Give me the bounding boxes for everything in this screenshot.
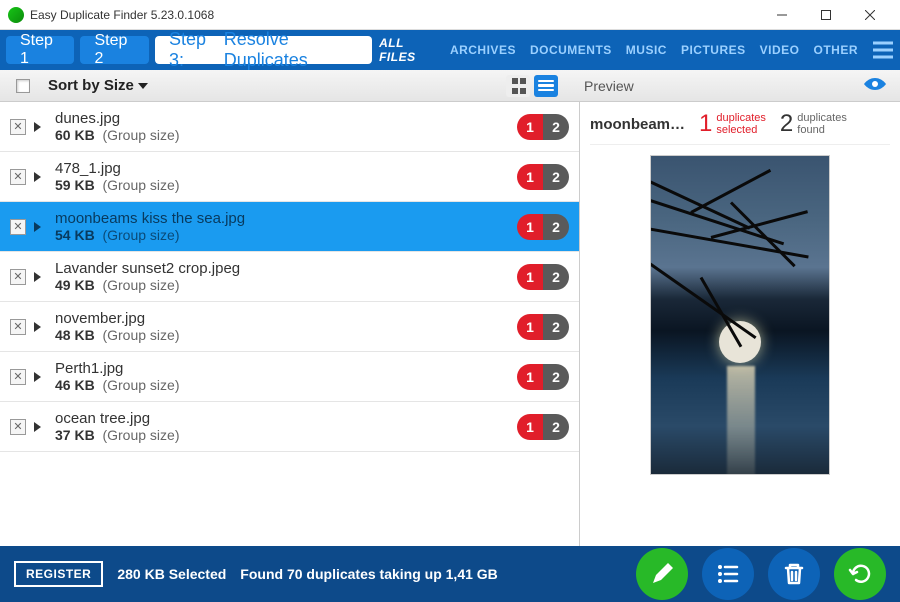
found-summary-label: Found 70 duplicates taking up 1,41 GB <box>240 566 498 582</box>
file-size: 59 KB (Group size) <box>55 177 509 193</box>
grid-view-button[interactable] <box>506 75 530 97</box>
file-row[interactable]: ✕ dunes.jpg60 KB (Group size) 12 <box>0 102 579 152</box>
file-size: 48 KB (Group size) <box>55 327 509 343</box>
file-name: moonbeams kiss the sea.jpg <box>55 210 509 227</box>
selected-size-label: 280 KB Selected <box>117 566 226 582</box>
close-button[interactable] <box>848 0 892 30</box>
tab-step-2[interactable]: Step 2 <box>80 36 148 64</box>
file-row[interactable]: ✕ Perth1.jpg46 KB (Group size) 12 <box>0 352 579 402</box>
footer: REGISTER 280 KB Selected Found 70 duplic… <box>0 546 900 602</box>
duplicates-selected-stat: 1 duplicatesselected <box>699 110 766 138</box>
undo-fab-button[interactable] <box>834 548 886 600</box>
remove-icon[interactable]: ✕ <box>10 319 26 335</box>
remove-icon[interactable]: ✕ <box>10 269 26 285</box>
file-name: dunes.jpg <box>55 110 509 127</box>
preview-toggle-button[interactable] <box>862 76 888 95</box>
app-logo-icon <box>8 7 24 23</box>
filter-all-files[interactable]: ALL FILES <box>372 30 443 70</box>
window-title: Easy Duplicate Finder 5.23.0.1068 <box>30 8 214 22</box>
tab-step-1[interactable]: Step 1 <box>6 36 74 64</box>
sort-by-label: Sort by Size <box>48 77 134 94</box>
file-row[interactable]: ✕ november.jpg48 KB (Group size) 12 <box>0 302 579 352</box>
file-name: ocean tree.jpg <box>55 410 509 427</box>
register-button[interactable]: REGISTER <box>14 561 103 587</box>
edit-fab-button[interactable] <box>636 548 688 600</box>
filter-music[interactable]: MUSIC <box>619 30 674 70</box>
maximize-button[interactable] <box>804 0 848 30</box>
list-fab-button[interactable] <box>702 548 754 600</box>
expand-icon[interactable] <box>34 272 41 282</box>
filter-documents[interactable]: DOCUMENTS <box>523 30 619 70</box>
duplicate-count-pill[interactable]: 12 <box>517 414 569 440</box>
expand-icon[interactable] <box>34 422 41 432</box>
duplicate-count-pill[interactable]: 12 <box>517 364 569 390</box>
preview-image <box>650 155 830 475</box>
file-row[interactable]: ✕ moonbeams kiss the sea.jpg54 KB (Group … <box>0 202 579 252</box>
duplicate-count-pill[interactable]: 12 <box>517 164 569 190</box>
file-name: november.jpg <box>55 310 509 327</box>
titlebar: Easy Duplicate Finder 5.23.0.1068 <box>0 0 900 30</box>
file-row[interactable]: ✕ 478_1.jpg59 KB (Group size) 12 <box>0 152 579 202</box>
preview-header-label: Preview <box>584 78 634 94</box>
file-name: 478_1.jpg <box>55 160 509 177</box>
file-list[interactable]: ✕ dunes.jpg60 KB (Group size) 12 ✕ 478_1.jpg… <box>0 102 580 546</box>
file-size: 37 KB (Group size) <box>55 427 509 443</box>
duplicate-count-pill[interactable]: 12 <box>517 314 569 340</box>
expand-icon[interactable] <box>34 372 41 382</box>
duplicate-count-pill[interactable]: 12 <box>517 264 569 290</box>
tab-step-3[interactable]: Step 3: Resolve Duplicates <box>155 36 372 64</box>
file-size: 46 KB (Group size) <box>55 377 509 393</box>
remove-icon[interactable]: ✕ <box>10 369 26 385</box>
toolbar: Sort by Size Preview <box>0 70 900 102</box>
file-size: 60 KB (Group size) <box>55 127 509 143</box>
file-size: 49 KB (Group size) <box>55 277 509 293</box>
file-row[interactable]: ✕ Lavander sunset2 crop.jpeg49 KB (Group … <box>0 252 579 302</box>
duplicates-found-stat: 2 duplicatesfound <box>780 110 847 138</box>
remove-icon[interactable]: ✕ <box>10 169 26 185</box>
expand-icon[interactable] <box>34 172 41 182</box>
sort-by-dropdown[interactable]: Sort by Size <box>48 77 148 94</box>
chevron-down-icon <box>138 83 148 89</box>
duplicate-count-pill[interactable]: 12 <box>517 114 569 140</box>
expand-icon[interactable] <box>34 122 41 132</box>
navbar: Step 1 Step 2 Step 3: Resolve Duplicates… <box>0 30 900 70</box>
remove-icon[interactable]: ✕ <box>10 119 26 135</box>
filter-other[interactable]: OTHER <box>807 30 866 70</box>
remove-icon[interactable]: ✕ <box>10 419 26 435</box>
file-row[interactable]: ✕ ocean tree.jpg37 KB (Group size) 12 <box>0 402 579 452</box>
delete-fab-button[interactable] <box>768 548 820 600</box>
list-view-button[interactable] <box>534 75 558 97</box>
expand-icon[interactable] <box>34 222 41 232</box>
minimize-button[interactable] <box>760 0 804 30</box>
step3-desc: Resolve Duplicates <box>224 29 358 71</box>
step3-label: Step 3: <box>169 29 219 71</box>
file-name: Lavander sunset2 crop.jpeg <box>55 260 509 277</box>
remove-icon[interactable]: ✕ <box>10 219 26 235</box>
expand-icon[interactable] <box>34 322 41 332</box>
menu-button[interactable] <box>865 30 900 70</box>
duplicate-count-pill[interactable]: 12 <box>517 214 569 240</box>
select-all-checkbox[interactable] <box>16 79 30 93</box>
filter-pictures[interactable]: PICTURES <box>674 30 753 70</box>
preview-pane: moonbeam… 1 duplicatesselected 2 duplica… <box>580 102 900 546</box>
filter-video[interactable]: VIDEO <box>753 30 807 70</box>
file-size: 54 KB (Group size) <box>55 227 509 243</box>
file-name: Perth1.jpg <box>55 360 509 377</box>
filter-archives[interactable]: ARCHIVES <box>443 30 523 70</box>
preview-filename: moonbeam… <box>590 116 685 133</box>
